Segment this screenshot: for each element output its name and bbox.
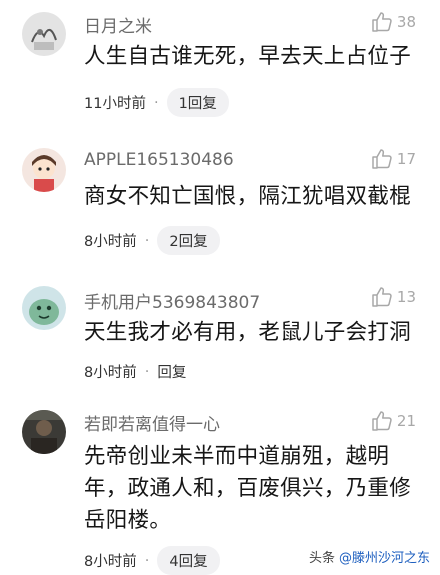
comment-text: 天生我才必有用，老鼠儿子会打洞 [84, 320, 412, 345]
separator-dot: · [144, 363, 150, 380]
separator-dot: · [153, 94, 159, 111]
thumbs-up-icon [372, 287, 392, 307]
reply-button[interactable]: 回复 [157, 361, 186, 382]
comment-username[interactable]: 若即若离值得一心 [84, 410, 220, 435]
watermark: 头条 @滕州沙河之东 [309, 547, 430, 566]
comment-meta: 8小时前 · 2回复 [84, 226, 220, 255]
thumbs-up-icon [372, 149, 392, 169]
comment-username[interactable]: 手机用户5369843807 [84, 288, 260, 313]
like-count: 17 [396, 150, 416, 168]
like-count: 13 [396, 288, 416, 306]
comment-time: 8小时前 [84, 365, 137, 381]
watermark-handle: @滕州沙河之东 [338, 551, 430, 566]
comment-time: 8小时前 [84, 554, 137, 570]
like-button[interactable]: 13 [370, 285, 416, 309]
comment-time: 8小时前 [84, 234, 137, 250]
separator-dot: · [144, 232, 150, 249]
comment-text: 先帝创业未半而中道崩殂，越明年，政通人和，百废俱兴，乃重修岳阳楼。 [84, 444, 412, 533]
comment-text: 人生自古谁无死，早去天上占位子 [84, 44, 412, 69]
comment-username[interactable]: 日月之米 [84, 12, 152, 37]
user-avatar[interactable] [22, 12, 66, 56]
reply-button[interactable]: 4回复 [157, 546, 220, 575]
watermark-prefix: 头条 [308, 551, 335, 566]
comment-username[interactable]: APPLE165130486 [84, 150, 234, 170]
like-count: 38 [396, 13, 416, 31]
user-avatar[interactable] [22, 148, 66, 192]
comment-time: 11小时前 [84, 96, 146, 112]
like-count: 21 [396, 412, 416, 430]
like-button[interactable]: 17 [370, 147, 416, 171]
comment-meta: 8小时前 · 4回复 [84, 546, 220, 575]
like-button[interactable]: 38 [370, 10, 416, 34]
reply-button[interactable]: 2回复 [157, 226, 220, 255]
user-avatar[interactable] [22, 286, 66, 330]
comment-text: 商女不知亡国恨，隔江犹唱双截棍 [84, 184, 412, 209]
like-button[interactable]: 21 [370, 409, 416, 433]
thumbs-up-icon [372, 12, 392, 32]
comment-meta: 11小时前 · 1回复 [84, 88, 229, 117]
separator-dot: · [144, 552, 150, 569]
reply-button[interactable]: 1回复 [166, 88, 229, 117]
comment-meta: 8小时前 · 回复 [84, 361, 186, 382]
user-avatar[interactable] [22, 410, 66, 454]
thumbs-up-icon [372, 411, 392, 431]
